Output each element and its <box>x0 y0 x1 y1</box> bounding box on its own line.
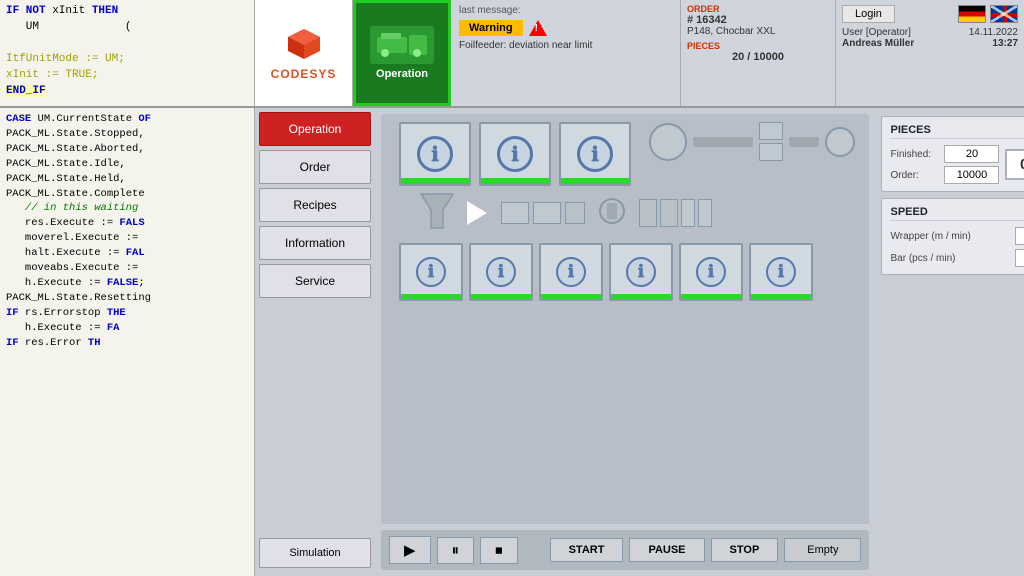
order-info: ORDER # 16342 P148, Chocbar XXL PIECES 2… <box>681 0 836 106</box>
module-box-1[interactable]: ℹ <box>399 122 471 186</box>
nav-operation[interactable]: Operation <box>259 112 371 146</box>
stop-button[interactable]: ⏹ <box>480 537 518 564</box>
play-button[interactable]: ▶ <box>389 536 431 564</box>
code-panel-bottom: CASE UM.CurrentState OF PACK_ML.State.St… <box>0 108 255 576</box>
code-panel-top: IF NOT xInit THEN UM ( ItfUnitMode := UM… <box>0 0 255 106</box>
module-box-2[interactable]: ℹ <box>479 122 551 186</box>
foil-feeder-message: Foilfeeder: deviation near limit <box>459 40 672 51</box>
right-panel: Login User [Operator] Andreas Mü <box>836 0 1024 106</box>
order-product: P148, Chocbar XXL <box>687 26 775 37</box>
module-box-8[interactable]: ℹ <box>679 243 743 301</box>
controls-bar: ▶ ⏸ ⏹ START PAUSE STOP Empty <box>381 530 869 570</box>
production-button[interactable]: Operation <box>353 0 451 106</box>
german-flag[interactable] <box>958 5 986 23</box>
order-input[interactable] <box>944 166 999 184</box>
nav-service[interactable]: Service <box>259 264 371 298</box>
finished-input[interactable] <box>944 145 999 163</box>
bar-input[interactable] <box>1015 249 1024 267</box>
nav-simulation[interactable]: Simulation <box>259 538 371 568</box>
user-role: User [Operator] <box>842 27 914 38</box>
production-label: Operation <box>376 68 428 80</box>
speed-card: SPEED Wrapper (m / min) Bar (pcs / min) <box>881 198 1024 275</box>
pause-label-button[interactable]: PAUSE <box>629 538 704 562</box>
warning-icon: ! <box>529 20 547 36</box>
codesys-logo: CODESYS <box>255 0 353 106</box>
wrapper-label: Wrapper (m / min) <box>890 231 970 242</box>
machine-visualization: ℹ ℹ ℹ <box>381 114 869 524</box>
nav-order[interactable]: Order <box>259 150 371 184</box>
warning-badge: Warning <box>459 20 523 36</box>
module-box-4[interactable]: ℹ <box>399 243 463 301</box>
user-name: Andreas Müller <box>842 38 914 49</box>
pieces-section-label: PIECES <box>687 41 829 51</box>
module-box-5[interactable]: ℹ <box>469 243 533 301</box>
left-nav: Operation Order Recipes Information Serv… <box>255 108 375 576</box>
pieces-value: 20 / 10000 <box>687 51 829 63</box>
wrapper-input[interactable] <box>1015 227 1024 245</box>
time-display: 13:27 <box>969 38 1018 49</box>
order-number: # 16342 <box>687 14 775 26</box>
message-area: last message: Warning ! Foilfeeder: devi… <box>451 0 681 106</box>
nav-recipes[interactable]: Recipes <box>259 188 371 222</box>
center-panel: ℹ ℹ ℹ <box>375 108 875 576</box>
module-box-7[interactable]: ℹ <box>609 243 673 301</box>
date-display: 14.11.2022 <box>969 27 1018 38</box>
order-section-label: ORDER <box>687 4 775 14</box>
empty-button[interactable]: Empty <box>784 538 861 562</box>
login-button[interactable]: Login <box>842 5 895 23</box>
pieces-card-title: PIECES <box>890 124 1024 139</box>
speed-card-title: SPEED <box>890 206 1024 221</box>
nav-information[interactable]: Information <box>259 226 371 260</box>
percent-badge: 0 % <box>1005 149 1024 180</box>
module-box-6[interactable]: ℹ <box>539 243 603 301</box>
order-count-label: Order: <box>890 170 918 181</box>
codesys-label: CODESYS <box>271 67 337 81</box>
stop-label-button[interactable]: STOP <box>711 538 779 562</box>
last-message-label: last message: <box>459 5 672 16</box>
pause-button[interactable]: ⏸ <box>437 537 475 564</box>
right-stats-panel: PIECES Finished: Order: 0 % <box>875 108 1024 576</box>
module-box-3[interactable]: ℹ <box>559 122 631 186</box>
finished-label: Finished: <box>890 149 931 160</box>
module-box-9[interactable]: ℹ <box>749 243 813 301</box>
start-label-button[interactable]: START <box>550 538 624 562</box>
bar-label: Bar (pcs / min) <box>890 253 955 264</box>
pieces-card: PIECES Finished: Order: 0 % <box>881 116 1024 192</box>
uk-flag[interactable] <box>990 5 1018 23</box>
